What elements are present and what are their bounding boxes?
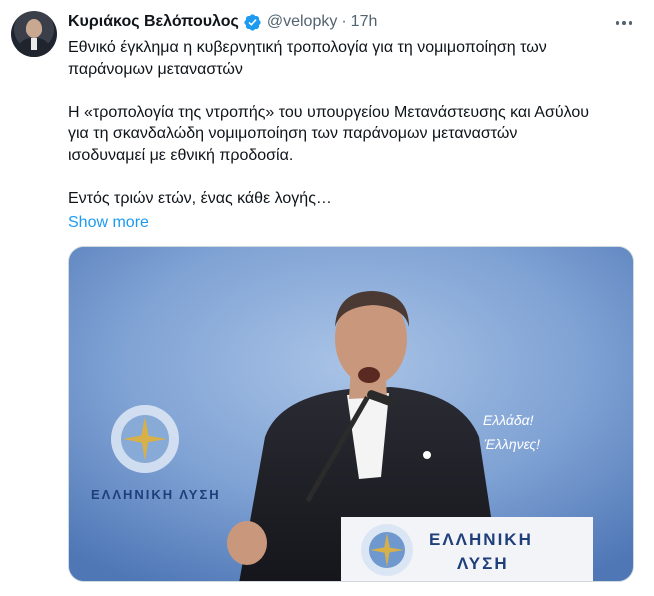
avatar-shirt [31,38,37,50]
tweet-text-line: για τη σκανδαλώδη νομιμοποίηση των παράν… [68,125,518,142]
avatar[interactable] [11,11,57,57]
tweet-text-line: Εθνικό έγκλημα η κυβερνητική τροπολογία … [68,39,547,56]
tweet-text-line: Η «τροπολογία της ντροπής» του υπουργείο… [68,103,589,121]
speaker-fist [227,521,267,565]
photo-illustration: ΕΛΛΗΝΙΚΗ ΛΥΣΗ Ελλάδα! ι Έλληνες! ΕΛΛΗΝΙΚ… [69,247,633,581]
party-logo-podium [361,524,413,576]
party-logo-left [111,405,179,473]
podium-line-1: ΕΛΛΗΝΙΚΗ [429,530,533,549]
author-handle[interactable]: @velopky [267,13,338,31]
tweet-card[interactable]: Κυριάκος Βελόπουλος @velopky · 17h Εθνικ… [0,0,654,596]
more-dot [628,21,633,25]
tweet-text-line: ισοδυναμεί με εθνική προδοσία. [68,146,294,164]
tweet-text-line: Εντός τριών ετών, ένας κάθε λογής… [68,189,332,207]
tweet-media-photo[interactable]: ΕΛΛΗΝΙΚΗ ΛΥΣΗ Ελλάδα! ι Έλληνες! ΕΛΛΗΝΙΚ… [68,246,634,582]
tweet-text-line: παράνομων μεταναστών [68,60,243,78]
tweet-text: Εθνικό έγκλημα η κυβερνητική τροπολογία … [68,37,634,209]
author-name[interactable]: Κυριάκος Βελόπουλος [68,13,239,31]
show-more-link[interactable]: Show more [68,212,149,233]
party-name-text: ΕΛΛΗΝΙΚΗ ΛΥΣΗ [91,487,221,502]
more-dot [615,21,620,25]
more-dot [622,21,626,25]
tweet-header: Κυριάκος Βελόπουλος @velopky · 17h [68,11,377,33]
avatar-face [26,19,42,38]
lapel-pin [423,451,431,459]
separator-dot: · [341,13,347,30]
banner-text-1: Ελλάδα! [483,412,534,428]
more-options-icon[interactable] [612,11,636,35]
verified-badge-icon [243,13,262,32]
podium-line-2: ΛΥΣΗ [457,554,509,573]
speaker-mouth [358,367,380,383]
banner-text-2: ι Έλληνες! [477,436,540,452]
timestamp[interactable]: 17h [351,13,378,31]
